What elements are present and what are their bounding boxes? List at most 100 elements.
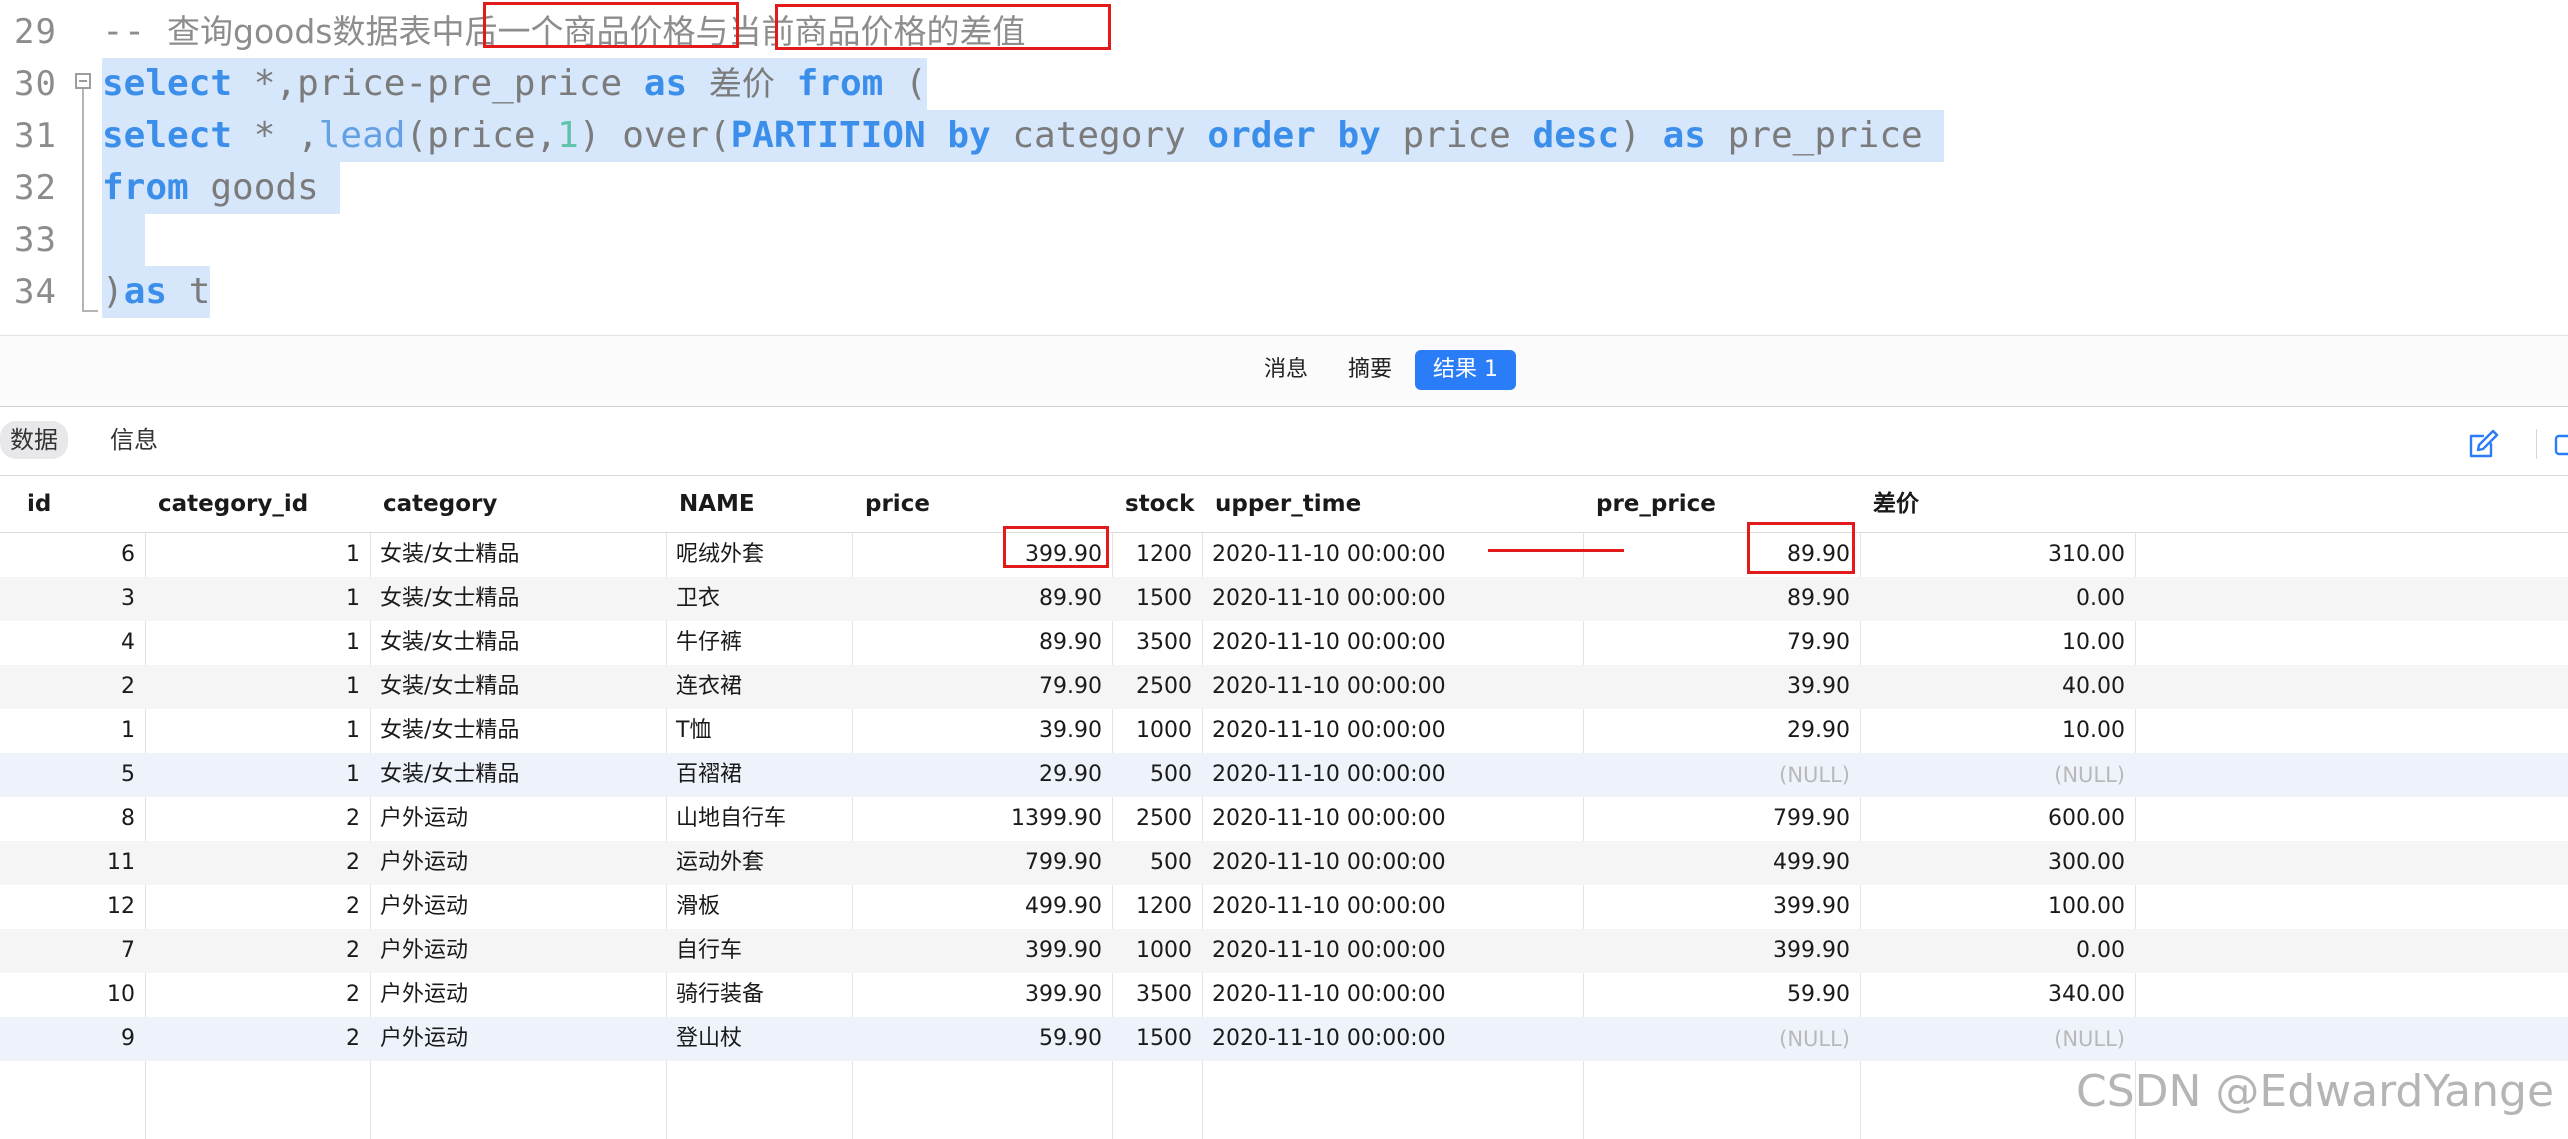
table-cell[interactable]: 户外运动 (370, 1017, 666, 1061)
table-cell[interactable]: 500 (1112, 841, 1202, 885)
table-row[interactable]: 8 2 户外运动 山地自行车 1399.90 2500 2020-11-10 00:00:0… (0, 797, 2568, 841)
table-cell[interactable]: 2 (145, 1017, 370, 1061)
table-cell[interactable]: 1 (145, 621, 370, 665)
table-cell[interactable]: 登山杖 (666, 1017, 852, 1061)
table-cell[interactable]: 女装/女士精品 (370, 709, 666, 753)
table-cell[interactable]: 7 (14, 929, 145, 973)
table-cell[interactable]: 2020-11-10 00:00:00 (1202, 577, 1583, 621)
tab-messages[interactable]: 消息 (1246, 350, 1326, 390)
column-header[interactable]: 差价 (1860, 476, 2135, 532)
table-cell[interactable]: 2020-11-10 00:00:00 (1202, 709, 1583, 753)
table-cell[interactable]: 1000 (1112, 709, 1202, 753)
table-cell[interactable]: 3 (14, 577, 145, 621)
table-cell[interactable]: 2020-11-10 00:00:00 (1202, 665, 1583, 709)
table-cell[interactable]: 户外运动 (370, 885, 666, 929)
column-header[interactable]: upper_time (1202, 476, 1583, 532)
table-row[interactable]: 3 1 女装/女士精品 卫衣 89.90 1500 2020-11-10 00:00:00 8… (0, 577, 2568, 621)
table-cell[interactable]: 3500 (1112, 973, 1202, 1017)
table-cell[interactable]: 女装/女士精品 (370, 621, 666, 665)
table-cell[interactable]: 10.00 (1860, 621, 2135, 665)
column-header[interactable]: stock (1112, 476, 1202, 532)
table-cell[interactable]: 2 (145, 841, 370, 885)
table-cell[interactable]: 12 (14, 885, 145, 929)
table-cell[interactable]: 1 (145, 709, 370, 753)
table-cell[interactable]: 89.90 (852, 621, 1112, 665)
tab-summary[interactable]: 摘要 (1330, 350, 1410, 390)
table-cell[interactable]: 4 (14, 621, 145, 665)
table-cell[interactable]: 89.90 (1583, 577, 1860, 621)
column-header[interactable]: price (852, 476, 1112, 532)
table-cell[interactable]: 2020-11-10 00:00:00 (1202, 841, 1583, 885)
table-cell[interactable]: 399.90 (1583, 929, 1860, 973)
table-row[interactable]: 6 1 女装/女士精品 呢绒外套 399.90 1200 2020-11-10 00:00:… (0, 533, 2568, 577)
table-cell[interactable]: 卫衣 (666, 577, 852, 621)
table-cell[interactable]: 9 (14, 1017, 145, 1061)
table-cell[interactable]: 59.90 (852, 1017, 1112, 1061)
table-cell[interactable]: 1 (145, 533, 370, 577)
table-cell[interactable]: 户外运动 (370, 797, 666, 841)
table-cell[interactable]: 1 (145, 665, 370, 709)
table-cell[interactable]: 连衣裙 (666, 665, 852, 709)
table-cell[interactable]: 799.90 (852, 841, 1112, 885)
table-cell[interactable]: 6 (14, 533, 145, 577)
table-cell[interactable]: 1399.90 (852, 797, 1112, 841)
table-cell[interactable]: 户外运动 (370, 973, 666, 1017)
table-row[interactable]: 7 2 户外运动 自行车 399.90 1000 2020-11-10 00:00:00 39… (0, 929, 2568, 973)
table-cell[interactable]: 1000 (1112, 929, 1202, 973)
table-cell[interactable]: 8 (14, 797, 145, 841)
table-row[interactable]: 9 2 户外运动 登山杖 59.90 1500 2020-11-10 00:00:00 (NU… (0, 1017, 2568, 1061)
table-cell[interactable]: 89.90 (852, 577, 1112, 621)
table-cell[interactable]: 2 (145, 973, 370, 1017)
table-cell[interactable]: 山地自行车 (666, 797, 852, 841)
table-cell[interactable]: 10 (14, 973, 145, 1017)
table-cell[interactable]: 2500 (1112, 797, 1202, 841)
table-cell[interactable]: 百褶裙 (666, 753, 852, 797)
table-cell[interactable]: 399.90 (852, 973, 1112, 1017)
column-header[interactable]: id (14, 476, 145, 532)
fold-toggle-icon[interactable] (75, 73, 91, 89)
table-cell[interactable]: 11 (14, 841, 145, 885)
table-cell[interactable]: 自行车 (666, 929, 852, 973)
table-row[interactable]: 1 1 女装/女士精品 T恤 39.90 1000 2020-11-10 00:00:00 2… (0, 709, 2568, 753)
table-cell[interactable]: 0.00 (1860, 929, 2135, 973)
table-cell[interactable]: 340.00 (1860, 973, 2135, 1017)
column-header[interactable]: category (370, 476, 666, 532)
table-row[interactable]: 2 1 女装/女士精品 连衣裙 79.90 2500 2020-11-10 00:00:00… (0, 665, 2568, 709)
table-cell[interactable]: 2020-11-10 00:00:00 (1202, 973, 1583, 1017)
table-cell[interactable]: 0.00 (1860, 577, 2135, 621)
table-cell[interactable]: 399.90 (852, 929, 1112, 973)
table-cell[interactable]: 1500 (1112, 1017, 1202, 1061)
table-cell[interactable]: 1500 (1112, 577, 1202, 621)
table-cell[interactable]: 100.00 (1860, 885, 2135, 929)
table-cell[interactable]: 1200 (1112, 885, 1202, 929)
table-cell[interactable]: 1200 (1112, 533, 1202, 577)
table-cell[interactable]: 滑板 (666, 885, 852, 929)
table-cell[interactable]: 2 (145, 885, 370, 929)
table-cell[interactable]: 1 (145, 577, 370, 621)
table-cell[interactable]: 2 (14, 665, 145, 709)
table-cell[interactable]: 499.90 (1583, 841, 1860, 885)
table-cell[interactable]: 骑行装备 (666, 973, 852, 1017)
table-cell[interactable]: 799.90 (1583, 797, 1860, 841)
table-cell[interactable]: 39.90 (1583, 665, 1860, 709)
table-cell[interactable]: 1 (14, 709, 145, 753)
table-cell[interactable]: 女装/女士精品 (370, 753, 666, 797)
table-cell[interactable]: 2020-11-10 00:00:00 (1202, 1017, 1583, 1061)
table-cell[interactable]: 499.90 (852, 885, 1112, 929)
table-cell[interactable]: 女装/女士精品 (370, 533, 666, 577)
table-cell[interactable]: 600.00 (1860, 797, 2135, 841)
table-cell[interactable]: 2 (145, 797, 370, 841)
table-cell[interactable]: 79.90 (852, 665, 1112, 709)
tab-info[interactable]: 信息 (100, 421, 168, 459)
table-row[interactable]: 12 2 户外运动 滑板 499.90 1200 2020-11-10 00:00:00 39… (0, 885, 2568, 929)
toolbar-more-icon[interactable] (2553, 433, 2568, 457)
table-cell[interactable]: 5 (14, 753, 145, 797)
table-cell[interactable]: T恤 (666, 709, 852, 753)
table-cell[interactable]: 2 (145, 929, 370, 973)
table-cell[interactable]: 300.00 (1860, 841, 2135, 885)
table-cell[interactable]: 2020-11-10 00:00:00 (1202, 533, 1583, 577)
table-cell[interactable]: 女装/女士精品 (370, 665, 666, 709)
table-cell[interactable]: 10.00 (1860, 709, 2135, 753)
table-cell[interactable]: 2020-11-10 00:00:00 (1202, 797, 1583, 841)
table-row[interactable]: 4 1 女装/女士精品 牛仔裤 89.90 3500 2020-11-10 00:00:00… (0, 621, 2568, 665)
